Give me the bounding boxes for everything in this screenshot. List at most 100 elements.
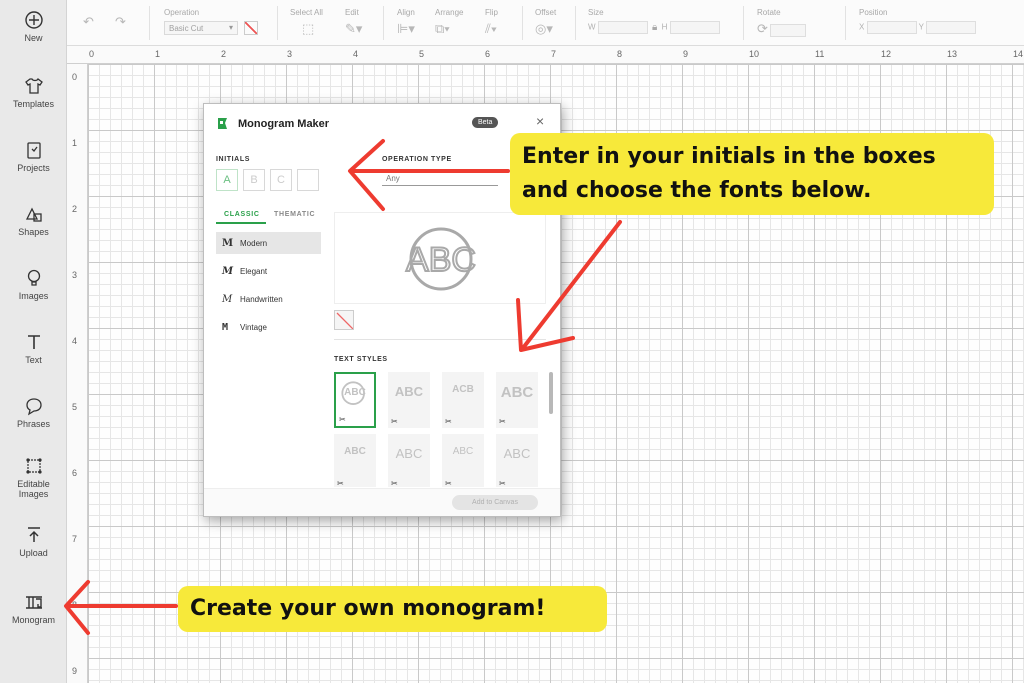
editable-images-icon bbox=[24, 456, 44, 476]
text-style-tile[interactable]: ABC ✂ bbox=[334, 372, 376, 428]
sidebar-item-phrases[interactable]: Phrases bbox=[0, 396, 67, 429]
close-icon[interactable]: × bbox=[536, 113, 544, 129]
sidebar-item-label: Images bbox=[18, 291, 49, 301]
height-input[interactable] bbox=[669, 21, 720, 34]
sidebar-item-text[interactable]: Text bbox=[0, 332, 67, 365]
no-color-swatch-icon[interactable] bbox=[244, 21, 258, 35]
text-styles-grid: ABC ✂ ABC ✂ ACB ✂ ABC ✂ ABC ✂ ABC ✂ ABC … bbox=[334, 372, 546, 487]
sidebar-item-shapes[interactable]: Shapes bbox=[0, 204, 67, 237]
align-icon[interactable]: ⊫▾ bbox=[397, 21, 415, 37]
initials-label: INITIALS bbox=[216, 156, 250, 163]
initial-input-3[interactable]: C bbox=[270, 169, 292, 191]
font-label: Elegant bbox=[240, 267, 268, 276]
style-sample: ABC bbox=[503, 446, 531, 461]
rotate-icon: ⟳ bbox=[757, 21, 768, 36]
pencil-icon[interactable]: ✎▾ bbox=[345, 21, 362, 37]
operation-type-select[interactable]: Any bbox=[382, 170, 498, 186]
monogram-logo-icon bbox=[216, 117, 229, 130]
ruler-top-number: 7 bbox=[551, 49, 557, 59]
shirt-icon bbox=[24, 76, 44, 96]
operation-select[interactable]: Basic Cut bbox=[164, 21, 238, 35]
preview-text: ABC bbox=[406, 241, 476, 279]
arrange-icon[interactable]: ⧉▾ bbox=[435, 21, 463, 37]
ruler-left-number: 6 bbox=[72, 468, 78, 478]
ruler-top-number: 12 bbox=[881, 49, 892, 59]
font-label: Modern bbox=[240, 239, 268, 248]
monogram-preview-graphic: ABC bbox=[405, 227, 477, 291]
font-item-handwritten[interactable]: M Handwritten bbox=[216, 288, 321, 310]
operation-type-label: OPERATION TYPE bbox=[382, 156, 452, 163]
sidebar-item-monogram[interactable]: Monogram bbox=[0, 592, 67, 625]
dialog-footer: Add to Canvas bbox=[204, 488, 560, 516]
undo-icon[interactable]: ↶ bbox=[83, 14, 94, 30]
text-style-tile[interactable]: ACB ✂ bbox=[442, 372, 484, 428]
lock-icon[interactable]: 🔒︎ bbox=[652, 22, 657, 33]
text-style-tile[interactable]: ABC ✂ bbox=[496, 372, 538, 428]
sidebar-item-templates[interactable]: Templates bbox=[0, 76, 67, 109]
ruler-top-number: 14 bbox=[1013, 49, 1024, 59]
width-input[interactable] bbox=[597, 21, 648, 34]
sidebar-item-upload[interactable]: Upload bbox=[0, 525, 67, 558]
y-label: Y bbox=[918, 22, 924, 32]
offset-group[interactable]: Offset ◎▾ bbox=[535, 8, 556, 37]
text-style-tile[interactable]: ABC ✂ bbox=[496, 434, 538, 487]
flip-group[interactable]: Flip ⫽▾ bbox=[485, 8, 498, 37]
x-input[interactable] bbox=[866, 21, 917, 34]
position-group: Position X Y bbox=[859, 8, 977, 34]
font-item-vintage[interactable]: M Vintage bbox=[216, 316, 321, 338]
sidebar-item-new[interactable]: New bbox=[0, 10, 67, 43]
sidebar-item-label: Monogram bbox=[11, 615, 56, 625]
operation-label: Operation bbox=[164, 8, 200, 17]
select-all-group[interactable]: Select All ⬚ bbox=[290, 8, 323, 37]
text-style-tile[interactable]: ABC ✂ bbox=[442, 434, 484, 487]
sidebar-item-images[interactable]: Images bbox=[0, 268, 67, 301]
ruler-top-number: 9 bbox=[683, 49, 689, 59]
top-toolbar: ↶ ↷ Operation Basic Cut Select All ⬚ Edi… bbox=[67, 0, 1024, 46]
sidebar-item-label: Editable bbox=[17, 479, 50, 489]
text-style-tile[interactable]: ABC ✂ bbox=[388, 434, 430, 487]
dialog-header: Monogram Maker Beta × bbox=[204, 104, 560, 142]
font-item-elegant[interactable]: M Elegant bbox=[216, 260, 321, 282]
callout-line-1: Enter in your initials in the boxes bbox=[522, 144, 936, 169]
select-all-icon[interactable]: ⬚ bbox=[290, 21, 323, 37]
initial-input-2[interactable]: B bbox=[243, 169, 265, 191]
text-styles-label: TEXT STYLES bbox=[334, 356, 388, 363]
align-group[interactable]: Align ⊫▾ bbox=[397, 8, 415, 37]
text-style-tile[interactable]: ABC ✂ bbox=[388, 372, 430, 428]
add-to-canvas-button[interactable]: Add to Canvas bbox=[452, 495, 538, 510]
initial-input-4[interactable] bbox=[297, 169, 319, 191]
sidebar-item-editable-images[interactable]: Editable Images bbox=[0, 456, 67, 499]
text-styles-scrollbar[interactable] bbox=[549, 372, 553, 414]
style-sample: ABC bbox=[395, 446, 423, 461]
edit-group[interactable]: Edit ✎▾ bbox=[345, 8, 362, 37]
text-style-tile[interactable]: ABC ✂ bbox=[334, 434, 376, 487]
sidebar-item-label-line2: Images bbox=[18, 489, 49, 499]
ruler-top-number: 8 bbox=[617, 49, 623, 59]
upload-icon bbox=[24, 525, 44, 545]
ruler-top-number: 2 bbox=[221, 49, 227, 59]
font-item-modern[interactable]: M Modern bbox=[216, 232, 321, 254]
rotate-label: Rotate bbox=[757, 8, 781, 17]
flip-icon[interactable]: ⫽▾ bbox=[485, 21, 498, 37]
ruler-left-number: 4 bbox=[72, 336, 78, 346]
sidebar-item-label: New bbox=[24, 33, 43, 43]
color-swatch[interactable] bbox=[334, 310, 354, 330]
x-label: X bbox=[859, 22, 865, 32]
style-sample: ABC bbox=[500, 384, 534, 401]
ruler-top-number: 1 bbox=[155, 49, 161, 59]
operation-group: Operation Basic Cut bbox=[164, 8, 258, 35]
redo-icon[interactable]: ↷ bbox=[115, 14, 126, 30]
ruler-top-number: 10 bbox=[749, 49, 760, 59]
y-input[interactable] bbox=[926, 21, 977, 34]
offset-icon[interactable]: ◎▾ bbox=[535, 21, 556, 37]
size-label: Size bbox=[588, 8, 604, 17]
monogram-icon bbox=[24, 592, 44, 612]
rotate-input[interactable] bbox=[770, 24, 807, 38]
ruler-top: 0 1 2 3 4 5 6 7 8 9 10 11 12 13 14 bbox=[67, 46, 1024, 64]
tab-thematic[interactable]: THEMATIC bbox=[274, 211, 315, 218]
ruler-top-number: 11 bbox=[815, 49, 825, 59]
initial-input-1[interactable]: A bbox=[216, 169, 238, 191]
arrange-group[interactable]: Arrange ⧉▾ bbox=[435, 8, 463, 37]
tab-classic[interactable]: CLASSIC bbox=[224, 211, 260, 218]
sidebar-item-projects[interactable]: Projects bbox=[0, 140, 67, 173]
